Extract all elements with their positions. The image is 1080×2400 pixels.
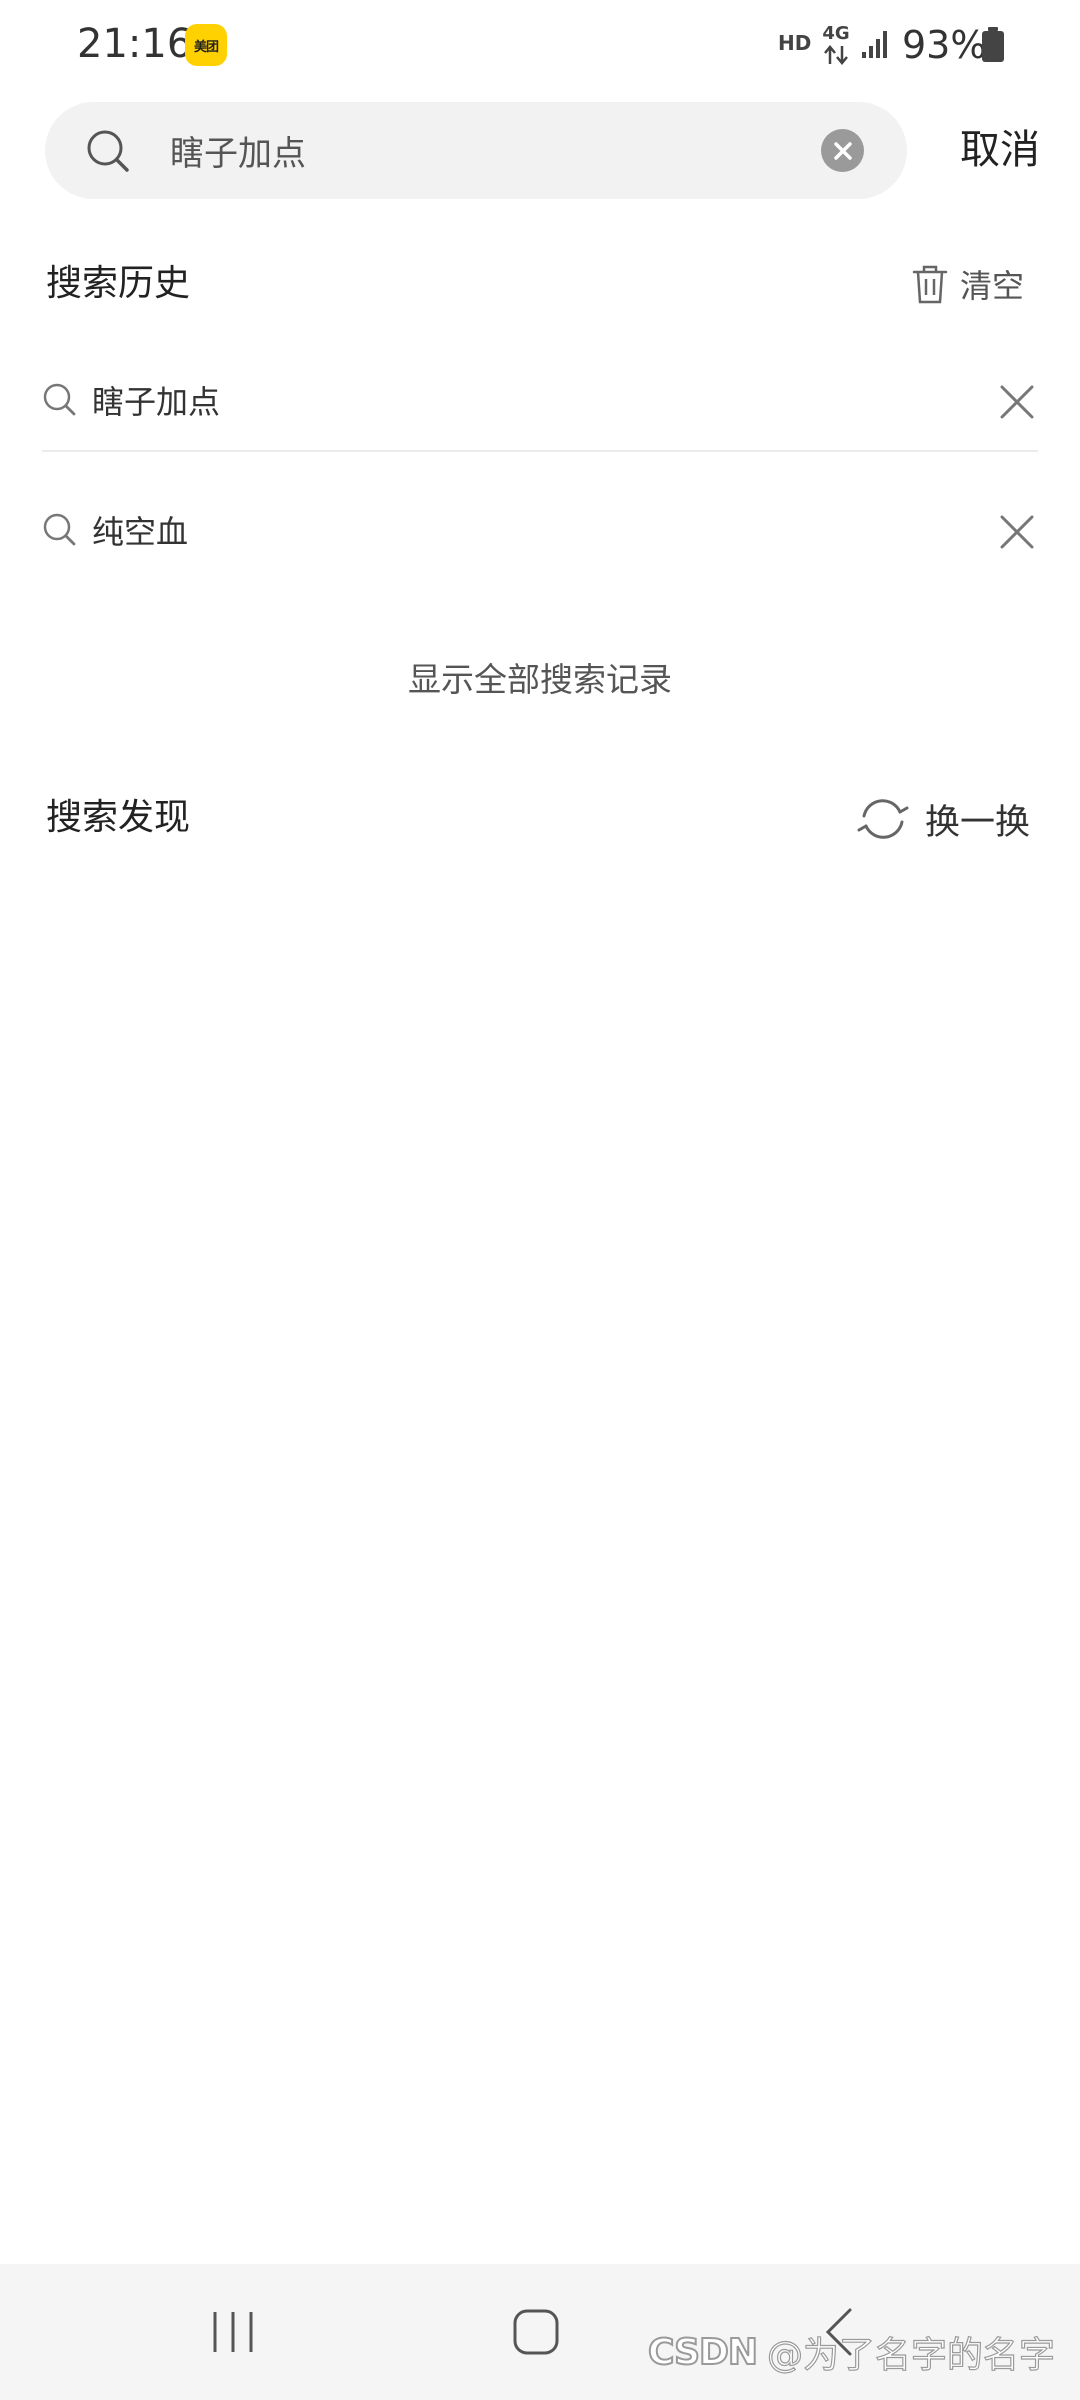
- delete-history-item-icon[interactable]: [996, 381, 1038, 423]
- home-icon[interactable]: [512, 2308, 560, 2356]
- hd-indicator: HD: [778, 31, 812, 55]
- battery-icon: [982, 27, 1004, 62]
- search-bar: [45, 102, 907, 199]
- signal-icon: [862, 31, 887, 58]
- cancel-button[interactable]: 取消: [930, 118, 1070, 182]
- clear-history-label: 清空: [960, 267, 1025, 305]
- network-type: 4G: [822, 23, 850, 44]
- recent-apps-icon[interactable]: [210, 2308, 256, 2356]
- history-item-text: 纯空血: [92, 513, 189, 551]
- clear-input-button[interactable]: [821, 129, 864, 172]
- search-input[interactable]: [170, 102, 810, 199]
- battery-percent: 93%: [902, 23, 987, 67]
- refresh-icon: [857, 799, 909, 839]
- search-icon: [43, 513, 76, 546]
- history-item[interactable]: 瞎子加点: [42, 354, 1038, 452]
- search-icon: [87, 130, 129, 172]
- watermark: CSDN @为了名字的名字: [647, 2326, 1056, 2378]
- status-time: 21:16: [77, 21, 193, 67]
- meituan-badge-icon: 美团: [185, 24, 227, 66]
- data-arrows-icon: [824, 45, 848, 65]
- csdn-logo: CSDN: [647, 2331, 759, 2374]
- delete-history-item-icon[interactable]: [996, 511, 1038, 553]
- watermark-text: @为了名字的名字: [766, 2334, 1056, 2376]
- search-discover-title: 搜索发现: [46, 797, 191, 838]
- close-icon: [833, 141, 852, 160]
- search-history-title: 搜索历史: [46, 263, 191, 304]
- trash-icon: [912, 265, 948, 304]
- network-indicator: 4G: [818, 24, 854, 68]
- history-item[interactable]: 纯空血: [42, 484, 1038, 580]
- refresh-button[interactable]: 换一换: [855, 789, 1030, 849]
- show-all-history-button[interactable]: 显示全部搜索记录: [0, 650, 1080, 710]
- clear-history-button[interactable]: 清空: [912, 256, 1024, 312]
- refresh-label: 换一换: [925, 802, 1031, 843]
- status-bar: 21:16 美团 HD 4G 93%: [0, 0, 1080, 90]
- search-icon: [43, 383, 76, 416]
- history-item-text: 瞎子加点: [92, 383, 221, 421]
